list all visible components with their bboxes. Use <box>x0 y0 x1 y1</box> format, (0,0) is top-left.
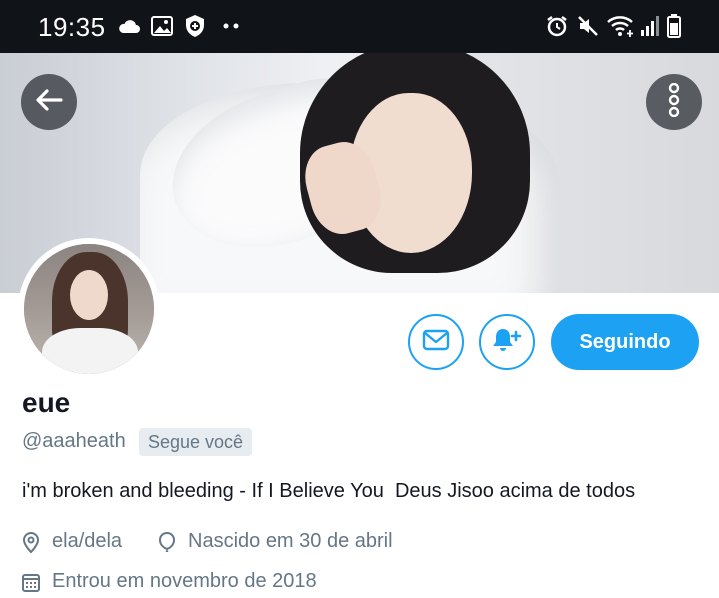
cloud-icon <box>116 14 142 38</box>
bio: i'm broken and bleeding - If I Believe Y… <box>22 480 636 502</box>
user-handle: @aaaheath <box>22 430 126 452</box>
avatar[interactable] <box>18 238 160 380</box>
back-button[interactable] <box>21 74 77 130</box>
profile-screen: 19:35 Seguindo eue @aaaheath Segue você … <box>0 0 719 598</box>
joined-item: Entrou em novembro de 2018 <box>22 570 317 593</box>
more-dots-icon <box>222 14 240 38</box>
arrow-left-icon <box>35 88 63 117</box>
follows-you-badge: Segue você <box>139 428 253 456</box>
status-bar: 19:35 <box>0 0 719 53</box>
more-options-button[interactable] <box>646 74 702 130</box>
avatar-photo <box>24 244 154 374</box>
envelope-icon <box>422 329 450 356</box>
image-icon <box>150 14 174 38</box>
alarm-icon <box>544 14 570 38</box>
birthday-text: Nascido em 30 de abril <box>188 530 393 552</box>
signal-icon <box>640 14 660 38</box>
birthday-item: Nascido em 30 de abril <box>158 530 393 553</box>
pronouns-text: ela/dela <box>52 530 123 552</box>
joined-text: Entrou em novembro de 2018 <box>52 570 317 592</box>
bell-plus-icon <box>491 326 523 359</box>
message-button[interactable] <box>408 314 464 370</box>
notifications-button[interactable] <box>479 314 535 370</box>
balloon-icon <box>158 531 176 552</box>
calendar-icon <box>22 573 40 592</box>
wifi-icon <box>606 14 636 38</box>
location-pin-icon <box>22 531 40 553</box>
mute-icon <box>576 14 600 38</box>
following-button[interactable]: Seguindo <box>551 314 699 370</box>
status-time: 19:35 <box>38 12 106 42</box>
more-vertical-icon <box>667 82 681 122</box>
battery-icon <box>666 14 682 38</box>
pronouns-item: ela/dela <box>22 530 122 553</box>
display-name: eue <box>22 388 71 414</box>
shield-icon <box>183 14 207 38</box>
